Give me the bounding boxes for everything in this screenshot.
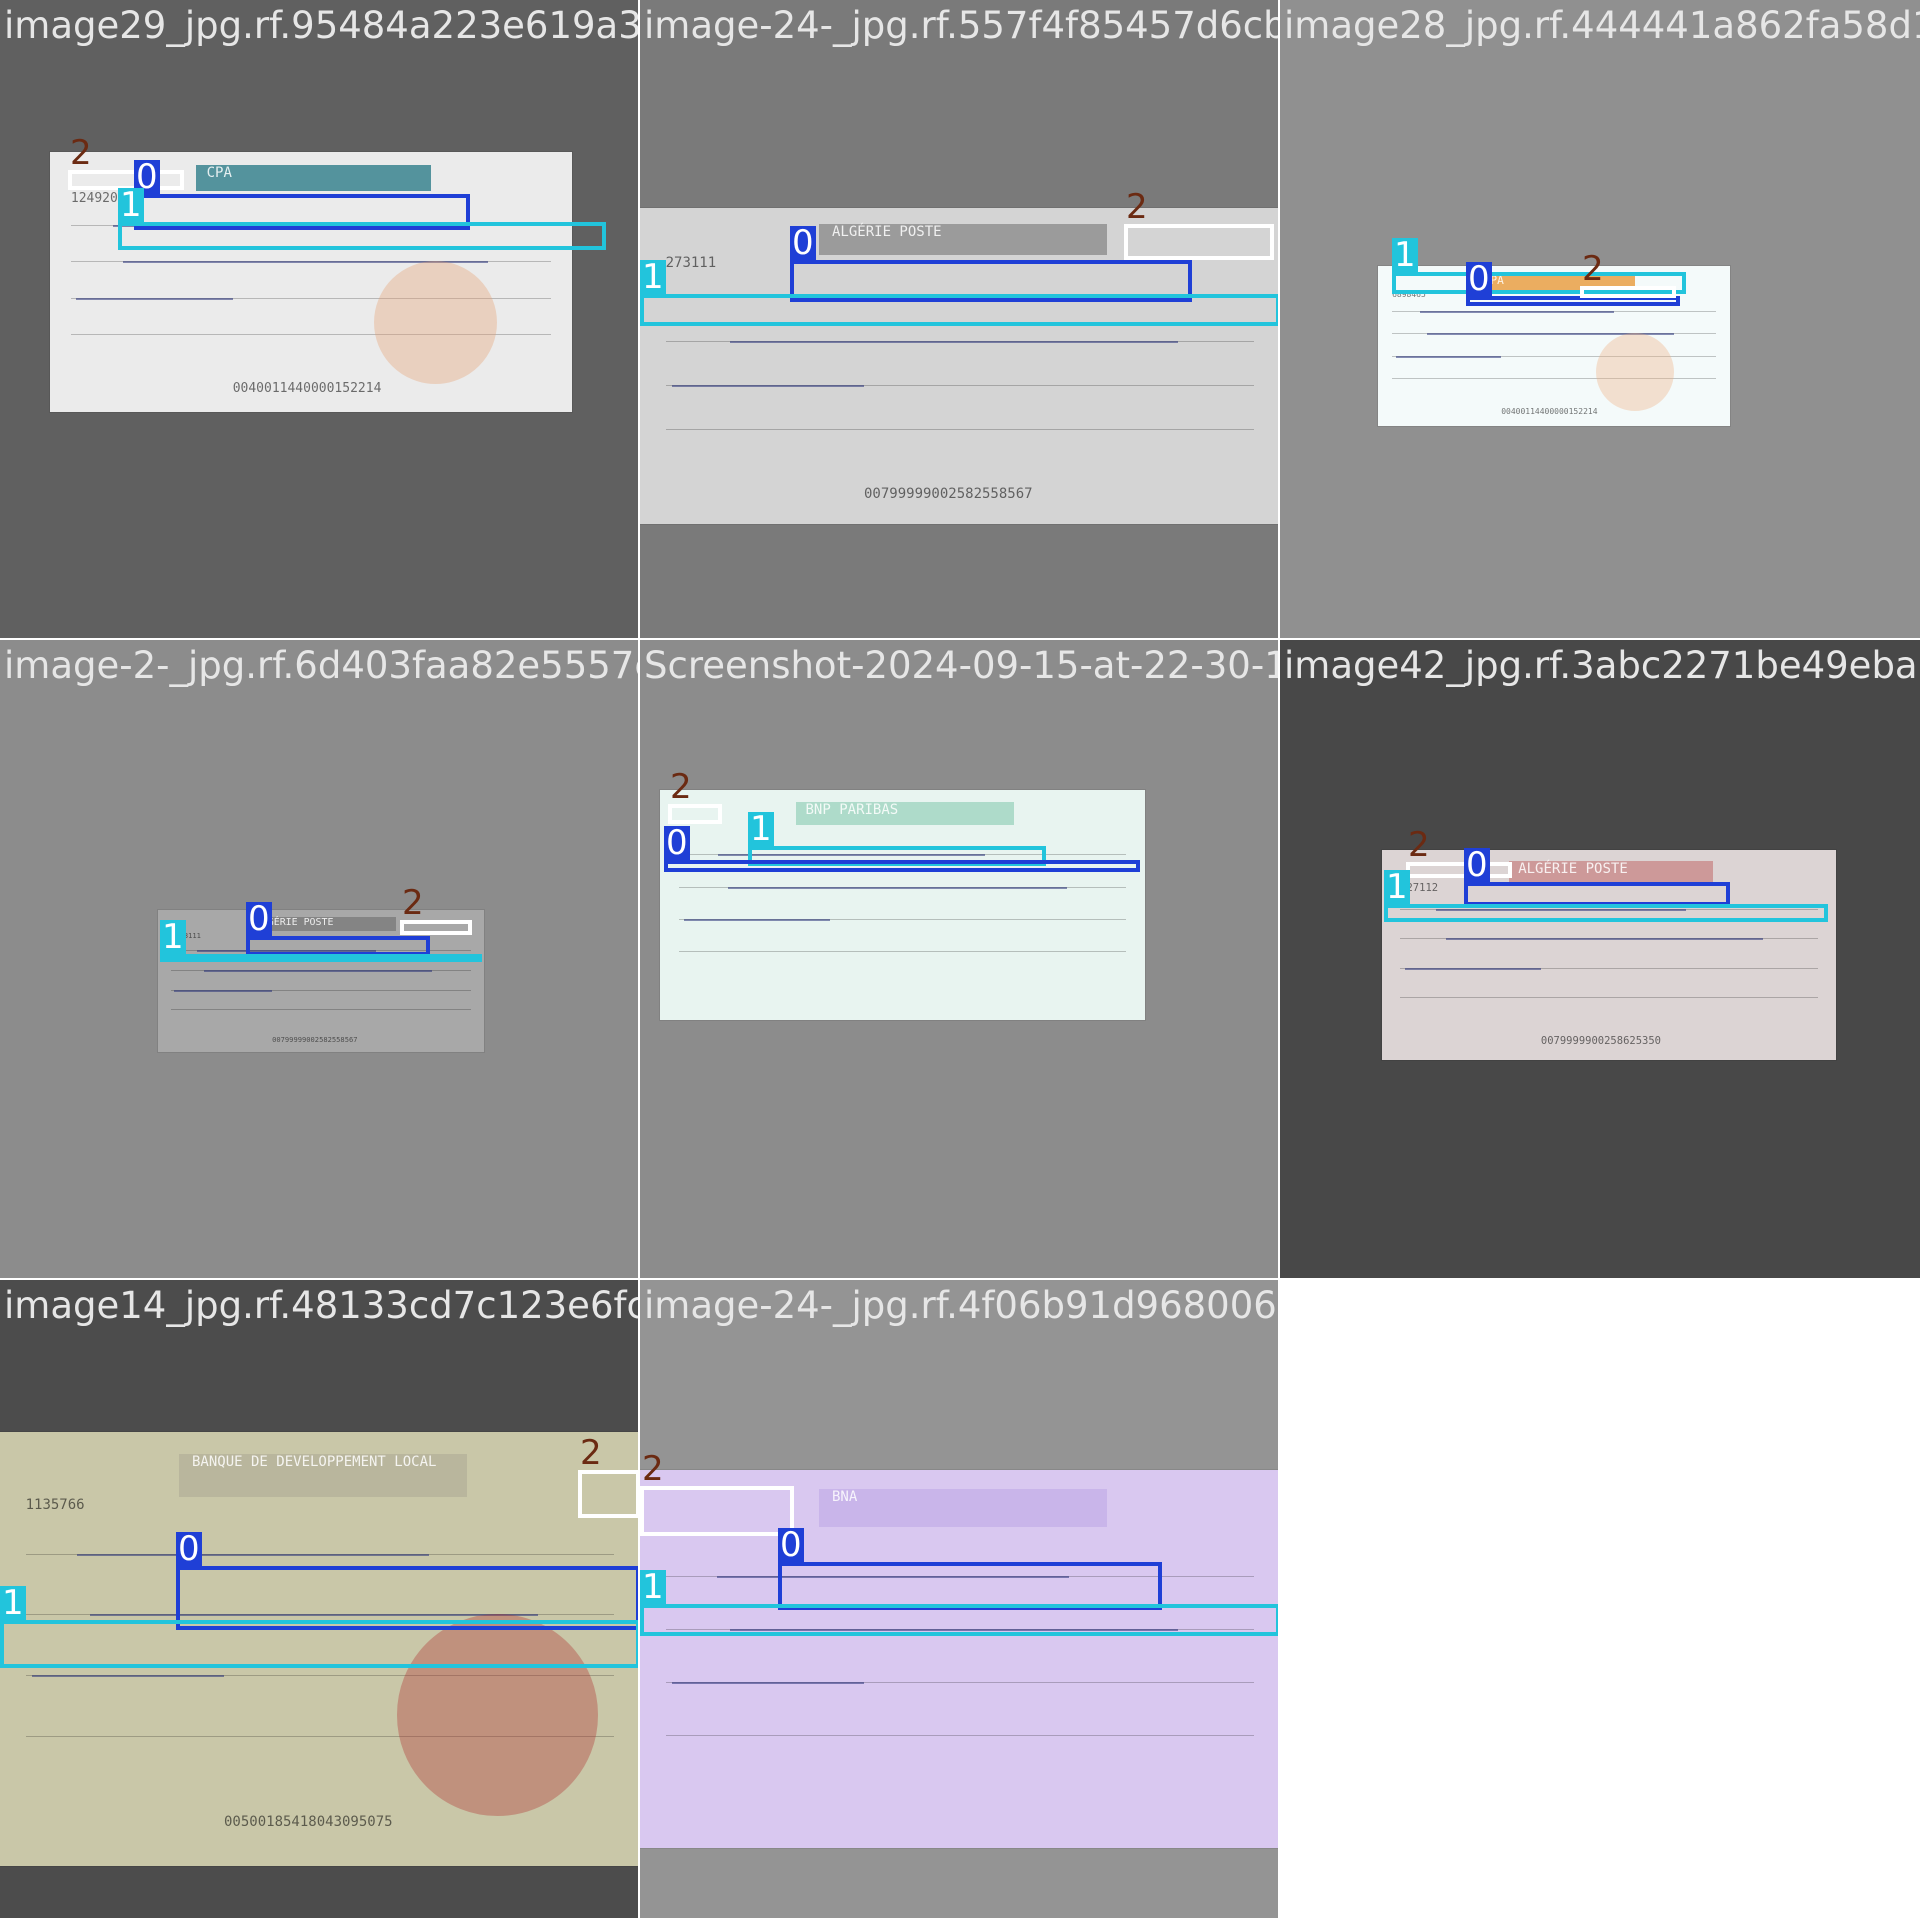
cheque-micr-line: 00500185418043095075: [224, 1813, 393, 1830]
detection-box-label: 0: [664, 823, 690, 863]
detection-box-class-2: [668, 804, 722, 824]
detection-box-label: 1: [1392, 235, 1418, 275]
cheque-image: BNP PARIBAS: [660, 790, 1145, 1020]
cheque-handwriting: [672, 1667, 864, 1684]
cheque-handwriting: [1445, 930, 1764, 941]
cheque-ruled-line: [171, 1009, 471, 1011]
detection-box-label: 0: [1464, 845, 1490, 885]
cheque-ruled-line: [1400, 997, 1818, 998]
detection-box-class-0: [1464, 882, 1730, 906]
cheque-handwriting: [174, 984, 273, 992]
cheque-bank-name: BNA: [832, 1488, 858, 1505]
mosaic-tile: image-2-_jpg.rf.6d403faa82e5557e0450385A…: [0, 640, 638, 1278]
detection-box-label: 0: [246, 899, 272, 939]
detection-box-class-0: [246, 936, 430, 956]
cheque-bank-name: ALGÉRIE POSTE: [1518, 860, 1628, 877]
detection-box-label: 1: [640, 1567, 666, 1607]
cheque-handwriting: [1395, 349, 1502, 358]
cheque-seal-watermark: [1596, 333, 1675, 412]
detection-box-label: 2: [1126, 187, 1148, 227]
tile-filename: image42_jpg.rf.3abc2271be49ebab89: [1284, 644, 1920, 687]
cheque-bank-name: BANQUE DE DEVELOPPEMENT LOCAL: [192, 1453, 437, 1470]
cheque-bank-header: [819, 1488, 1108, 1527]
detection-box-class-1: [640, 294, 1278, 326]
detection-box-label: 1: [118, 185, 144, 225]
mosaic-tile: image-24-_jpg.rf.4f06b91d9680061ef97c823…: [640, 1280, 1278, 1918]
detection-box-label: 1: [160, 917, 186, 957]
detection-box-class-1: [118, 222, 606, 250]
detection-box-label: 0: [790, 223, 816, 263]
detection-box-label: 2: [580, 1433, 602, 1473]
detection-box-label: 1: [748, 809, 774, 849]
mosaic-tile: image28_jpg.rf.444441a862fa58d1105CPA004…: [1280, 0, 1920, 638]
mosaic-tile: [1280, 1280, 1920, 1918]
detection-box-class-0: [778, 1562, 1162, 1610]
detection-box-label: 2: [1582, 249, 1604, 289]
cheque-micr-line: 00799999002582558567: [272, 1034, 358, 1044]
detection-box-class-2: [578, 1470, 638, 1518]
cheque-serial-number: 273111: [665, 255, 717, 272]
cheque-handwriting: [684, 910, 830, 921]
cheque-handwriting: [727, 877, 1068, 889]
tile-filename: image-2-_jpg.rf.6d403faa82e5557e0450385: [4, 644, 638, 687]
cheque-handwriting: [76, 1536, 429, 1556]
detection-box-class-2: [1124, 224, 1274, 260]
tile-filename: image28_jpg.rf.444441a862fa58d1105: [1284, 4, 1920, 47]
detection-box-label: 0: [1466, 259, 1492, 299]
detection-box-label: 2: [402, 883, 424, 923]
detection-box-class-1: [640, 1604, 1278, 1636]
cheque-handwriting: [203, 964, 432, 972]
detection-box-class-1: [1384, 904, 1828, 922]
mosaic-grid: image29_jpg.rf.95484a223e619a3940c86c821…: [0, 0, 1920, 1920]
cheque-ruled-line: [679, 951, 1126, 952]
cheque-serial-number: 1135766: [25, 1497, 85, 1514]
mosaic-tile: Screenshot-2024-09-15-at-22-30-17_png.rf…: [640, 640, 1278, 1278]
cheque-micr-line: 00799999002582558567: [864, 486, 1033, 503]
detection-box-class-0: [664, 860, 1140, 872]
cheque-bank-name: ALGÉRIE POSTE: [832, 223, 942, 240]
cheque-micr-line: 00400114400000152214: [1501, 406, 1598, 416]
cheque-micr-line: 0079999900258625350: [1540, 1034, 1661, 1047]
detection-box-label: 2: [670, 767, 692, 807]
tile-filename: Screenshot-2024-09-15-at-22-30-17_png.rf: [644, 644, 1278, 687]
detection-box-class-1: [0, 1620, 638, 1668]
cheque-bank-name: BNP PARIBAS: [805, 801, 899, 818]
detection-box-label: 0: [778, 1525, 804, 1565]
cheque-handwriting: [729, 328, 1178, 343]
cheque-micr-line: 0040011440000152214: [232, 380, 382, 396]
cheque-ruled-line: [665, 429, 1255, 431]
cheque-seal-watermark: [373, 261, 497, 385]
detection-box-label: 1: [640, 257, 666, 297]
mosaic-tile: image29_jpg.rf.95484a223e619a3940c86c821…: [0, 0, 638, 638]
cheque-ruled-line: [665, 1734, 1255, 1736]
cheque-handwriting: [76, 287, 233, 300]
detection-box-label: 1: [1384, 867, 1410, 907]
detection-box-label: 2: [70, 133, 92, 173]
tile-filename: image-24-_jpg.rf.4f06b91d9680061ef97c823: [644, 1284, 1278, 1327]
tile-filename: image-24-_jpg.rf.557f4f85457d6cbd7b91a2a: [644, 4, 1278, 47]
detection-box-class-1: [160, 954, 482, 962]
tile-filename: image14_jpg.rf.48133cd7c123e6fc065f1b1e8: [4, 1284, 638, 1327]
cheque-handwriting: [1404, 959, 1541, 970]
mosaic-tile: image-24-_jpg.rf.557f4f85457d6cbd7b91a2a…: [640, 0, 1278, 638]
detection-box-label: 1: [0, 1583, 26, 1623]
cheque-bank-name: CPA: [206, 165, 232, 181]
detection-box-label: 2: [642, 1449, 664, 1489]
detection-box-label: 2: [1408, 825, 1430, 865]
detection-box-label: 0: [176, 1529, 202, 1569]
mosaic-tile: image42_jpg.rf.3abc2271be49ebab89 ALGÉRIE…: [1280, 640, 1920, 1278]
detection-box-class-2: [640, 1486, 794, 1536]
cheque-handwriting: [672, 372, 864, 387]
mosaic-tile: image14_jpg.rf.48133cd7c123e6fc065f1b1e8…: [0, 1280, 638, 1918]
tile-filename: image29_jpg.rf.95484a223e619a3940c86c821: [4, 4, 638, 47]
